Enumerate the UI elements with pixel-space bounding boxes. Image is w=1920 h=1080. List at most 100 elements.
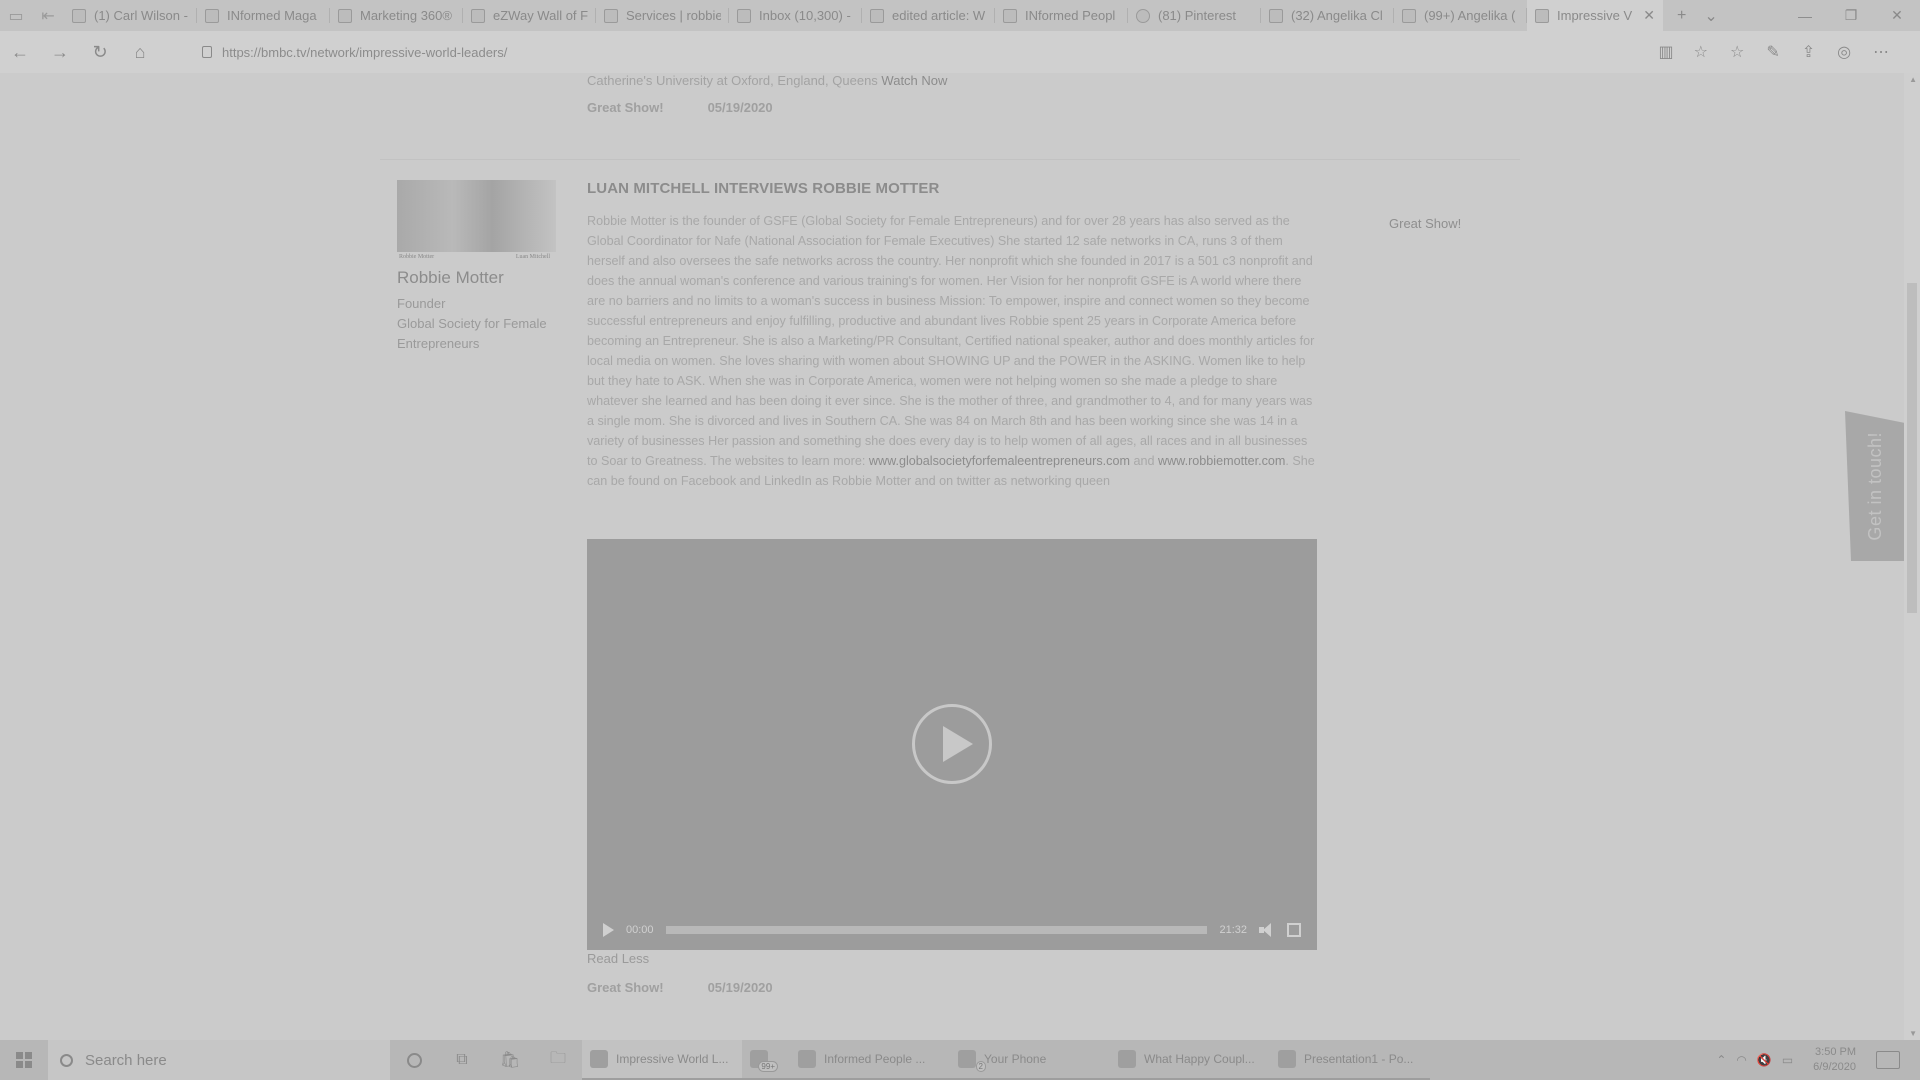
- taskbar-search[interactable]: Search here: [48, 1040, 390, 1080]
- mail-icon: 99+: [750, 1050, 778, 1072]
- refresh-icon[interactable]: ↻: [80, 31, 120, 73]
- side-rating-label: Great Show!: [1389, 216, 1462, 231]
- clock-date: 6/9/2020: [1813, 1061, 1856, 1073]
- previous-entry: Catherine's University at Oxford, Englan…: [587, 73, 1387, 115]
- home-icon[interactable]: ⌂: [120, 31, 160, 73]
- tab-5[interactable]: Inbox (10,300) -: [729, 0, 862, 31]
- taskbar-app-word-couple[interactable]: What Happy Coupl...: [1110, 1040, 1270, 1080]
- new-tab-icon[interactable]: +: [1677, 7, 1686, 25]
- forward-icon[interactable]: →: [40, 31, 80, 73]
- tab-8[interactable]: (81) Pinterest: [1128, 0, 1261, 31]
- favorites-hub-icon[interactable]: ☆: [1730, 42, 1744, 62]
- date-label: 05/19/2020: [707, 980, 773, 995]
- page-content: Catherine's University at Oxford, Englan…: [0, 73, 1920, 1040]
- browser-address-bar: ← → ↻ ⌂ https://bmbc.tv/network/impressi…: [0, 31, 1920, 73]
- network-icon[interactable]: ◠: [1736, 1053, 1746, 1067]
- phone-icon: 2: [958, 1050, 986, 1072]
- task-view-icon[interactable]: ⧉: [438, 1040, 486, 1080]
- volume-icon[interactable]: [1259, 923, 1275, 937]
- photo-caption-left: Robbie Motter: [399, 254, 435, 260]
- close-window-icon[interactable]: ✕: [1874, 0, 1920, 31]
- powerpoint-icon: [1278, 1050, 1296, 1068]
- taskbar-app-edge[interactable]: Impressive World L...: [582, 1040, 742, 1080]
- favorite-star-icon[interactable]: ☆: [1694, 42, 1708, 62]
- rating-label: Great Show!: [587, 980, 664, 995]
- tab-6[interactable]: edited article: W: [862, 0, 995, 31]
- cortana-icon[interactable]: [390, 1040, 438, 1080]
- tab-9[interactable]: (32) Angelika Cl: [1261, 0, 1394, 31]
- phone-badge: 2: [975, 1061, 986, 1072]
- gsfe-website-link[interactable]: www.globalsocietyforfemaleentrepreneurs.…: [869, 454, 1130, 468]
- robbie-motter-website-link[interactable]: www.robbiemotter.com: [1158, 454, 1285, 468]
- taskbar-app-powerpoint[interactable]: Presentation1 - Po...: [1270, 1040, 1430, 1080]
- tab-preview-chevron-icon[interactable]: ⌄: [1704, 6, 1717, 26]
- tab-1[interactable]: INformed Maga: [197, 0, 330, 31]
- lock-icon: [202, 46, 212, 58]
- tab-label: (81) Pinterest: [1158, 8, 1237, 23]
- current-time: 00:00: [626, 924, 654, 936]
- volume-mute-icon[interactable]: 🔇: [1757, 1053, 1772, 1067]
- tab-manager-icon[interactable]: ▭: [0, 0, 32, 31]
- scroll-down-icon[interactable]: ▼: [1909, 1029, 1917, 1038]
- scroll-up-icon[interactable]: ▲: [1909, 75, 1917, 84]
- tab-label: INformed Peopl: [1025, 8, 1116, 23]
- tab-label: INformed Maga: [227, 8, 317, 23]
- entry-body: Robbie Motter is the founder of GSFE (Gl…: [587, 211, 1317, 491]
- minimize-icon[interactable]: —: [1782, 0, 1828, 31]
- tab-label: (1) Carl Wilson -: [94, 8, 188, 23]
- edge-icon: [590, 1050, 608, 1068]
- tab-label: Marketing 360®: [360, 8, 452, 23]
- tab-7[interactable]: INformed Peopl: [995, 0, 1128, 31]
- tab-label: (99+) Angelika (: [1424, 8, 1516, 23]
- chevron-up-icon[interactable]: ⌃: [1716, 1053, 1726, 1067]
- web-note-icon[interactable]: ✎: [1766, 42, 1779, 62]
- tab-2[interactable]: Marketing 360®: [330, 0, 463, 31]
- video-progress-bar[interactable]: [665, 926, 1208, 934]
- scroll-thumb[interactable]: [1907, 283, 1917, 613]
- set-tabs-aside-icon[interactable]: ⇤: [32, 0, 64, 31]
- video-duration: 21:32: [1219, 924, 1247, 936]
- taskbar-app-mail[interactable]: 99+: [742, 1040, 790, 1080]
- taskbar-app-your-phone[interactable]: 2 Your Phone: [950, 1040, 1110, 1080]
- url-field[interactable]: https://bmbc.tv/network/impressive-world…: [196, 37, 1716, 67]
- back-icon[interactable]: ←: [0, 31, 40, 73]
- big-play-icon[interactable]: [912, 704, 992, 784]
- read-less-link[interactable]: Read Less: [587, 951, 773, 966]
- watch-now-link[interactable]: Watch Now: [881, 73, 947, 88]
- tab-10[interactable]: (99+) Angelika (: [1394, 0, 1527, 31]
- taskbar-app-word-informed[interactable]: Informed People ...: [790, 1040, 950, 1080]
- page-icon: [1269, 8, 1283, 23]
- get-in-touch-label: Get in touch!: [1864, 431, 1885, 541]
- taskbar-app-label: Informed People ...: [824, 1052, 926, 1066]
- page-scrollbar[interactable]: ▲ ▼: [1904, 73, 1920, 1040]
- tab-label: eZWay Wall of F: [493, 8, 588, 23]
- entry-divider: [380, 159, 1520, 160]
- extension-icon[interactable]: ◎: [1837, 42, 1851, 62]
- play-icon[interactable]: [603, 923, 614, 937]
- close-tab-icon[interactable]: ✕: [1643, 7, 1655, 24]
- tab-4[interactable]: Services | robbie: [596, 0, 729, 31]
- store-icon[interactable]: 🛍: [486, 1040, 534, 1080]
- facebook-icon: [72, 8, 86, 23]
- tab-11-active[interactable]: Impressive V ✕: [1527, 0, 1663, 31]
- taskbar-app-label: What Happy Coupl...: [1144, 1052, 1255, 1066]
- more-menu-icon[interactable]: ⋯: [1873, 42, 1889, 62]
- page-icon: [338, 8, 352, 23]
- tab-0[interactable]: (1) Carl Wilson -: [64, 0, 197, 31]
- mail-icon: [737, 8, 751, 23]
- restore-icon[interactable]: ❐: [1828, 0, 1874, 31]
- share-icon[interactable]: ⇪: [1802, 42, 1815, 62]
- action-center-icon[interactable]: [1876, 1051, 1900, 1069]
- person-organization: Global Society for Female Entrepreneurs: [397, 316, 547, 351]
- clock[interactable]: 3:50 PM 6/9/2020: [1803, 1045, 1866, 1075]
- tab-label: edited article: W: [892, 8, 986, 23]
- page-icon: [1003, 8, 1017, 23]
- get-in-touch-tab[interactable]: Get in touch!: [1845, 411, 1905, 561]
- start-button[interactable]: [0, 1040, 48, 1080]
- video-player[interactable]: 00:00 21:32: [587, 539, 1317, 950]
- reading-view-icon[interactable]: ▥: [1659, 42, 1674, 62]
- tab-3[interactable]: eZWay Wall of F: [463, 0, 596, 31]
- file-explorer-icon[interactable]: 🗀: [534, 1040, 582, 1080]
- battery-icon[interactable]: ▭: [1782, 1053, 1793, 1067]
- fullscreen-icon[interactable]: [1287, 923, 1301, 937]
